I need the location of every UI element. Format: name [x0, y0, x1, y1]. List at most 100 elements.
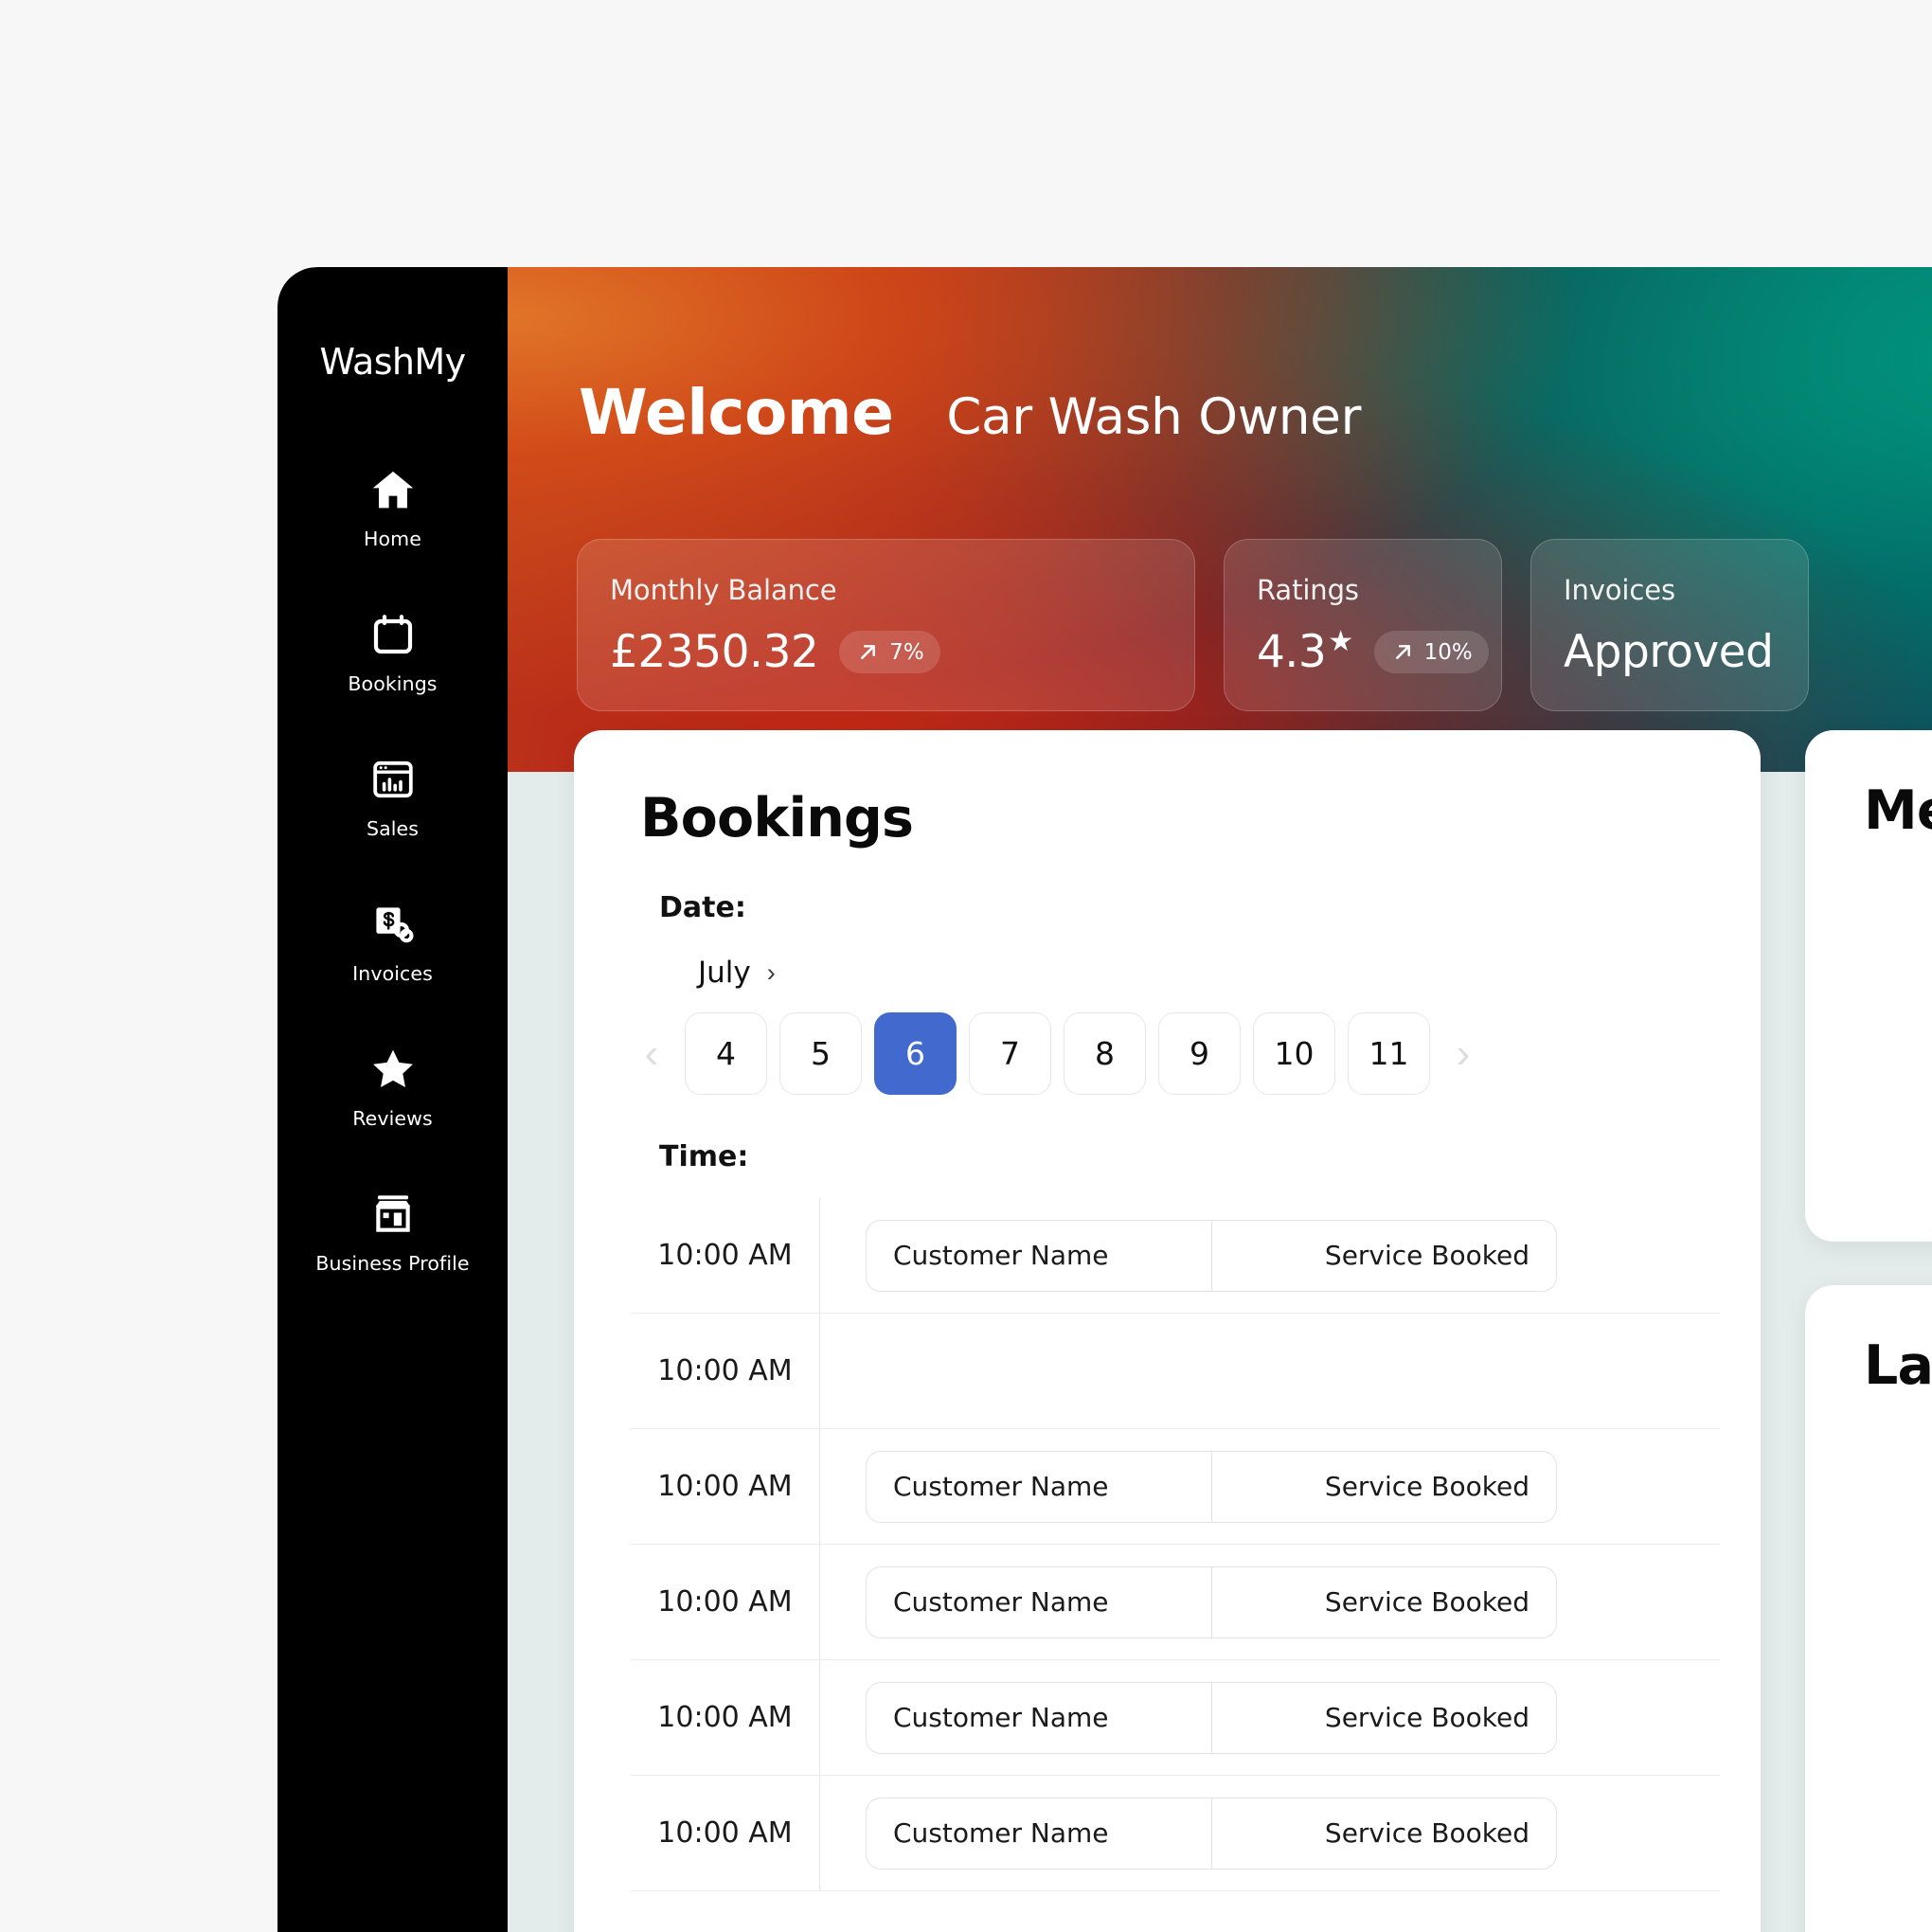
day-chip[interactable]: 4 [685, 1012, 767, 1095]
day-chip-selected[interactable]: 6 [874, 1012, 957, 1095]
app-logo: WashMy [319, 341, 467, 383]
row-body: Customer Name Service Booked [820, 1660, 1720, 1775]
booking-chip[interactable]: Customer Name Service Booked [866, 1681, 1557, 1754]
row-time: 10:00 AM [631, 1314, 820, 1428]
day-chip[interactable]: 10 [1253, 1012, 1335, 1095]
stat-card-monthly-balance[interactable]: Monthly Balance £2350.32 7% [577, 539, 1195, 711]
arrow-up-right-icon [861, 645, 876, 659]
rating-star-icon: ★ [1328, 625, 1353, 658]
trend-badge: 7% [839, 631, 940, 673]
date-label: Date: [659, 891, 746, 924]
sidebar-item-bookings[interactable]: Bookings [277, 609, 508, 695]
customer-name-cell: Customer Name [893, 1240, 1109, 1271]
stat-value-row: £2350.32 7% [610, 626, 1162, 678]
table-row[interactable]: 10:00 AM Customer Name Service Booked [631, 1198, 1720, 1314]
day-strip: ‹ 4 5 6 7 8 9 10 11 › [631, 1012, 1761, 1095]
day-chip[interactable]: 5 [779, 1012, 862, 1095]
service-booked-cell: Service Booked [1211, 1566, 1556, 1637]
service-booked-cell: Service Booked [1211, 1682, 1556, 1753]
next-day-arrow-icon[interactable]: › [1442, 1026, 1484, 1082]
row-body: Customer Name Service Booked [820, 1545, 1720, 1659]
customer-name-cell: Customer Name [893, 1817, 1109, 1849]
latest-reviews-panel-title: Latest Reviews [1864, 1334, 1932, 1397]
stat-label: Ratings [1257, 574, 1359, 606]
table-row[interactable]: 10:00 AM Customer Name Service Booked [631, 1660, 1720, 1776]
sidebar-item-label: Reviews [352, 1107, 433, 1130]
sidebar-item-sales[interactable]: Sales [277, 754, 508, 840]
prev-day-arrow-icon[interactable]: ‹ [631, 1026, 672, 1082]
booking-chip[interactable]: Customer Name Service Booked [866, 1565, 1557, 1638]
sidebar-item-business-profile[interactable]: Business Profile [277, 1189, 508, 1275]
customer-name-cell: Customer Name [893, 1702, 1109, 1733]
bookings-title: Bookings [640, 787, 914, 850]
booking-chip[interactable]: Customer Name Service Booked [866, 1797, 1557, 1869]
sidebar-item-reviews[interactable]: Reviews [277, 1044, 508, 1130]
row-body: Customer Name Service Booked [820, 1429, 1720, 1544]
customer-name-cell: Customer Name [893, 1586, 1109, 1618]
sidebar-item-label: Business Profile [315, 1252, 470, 1275]
bookings-panel: Bookings Date: July › ‹ 4 5 6 7 8 9 10 1… [574, 730, 1761, 1932]
row-body: Customer Name Service Booked [820, 1198, 1720, 1313]
table-row[interactable]: 10:00 AM Customer Name Service Booked [631, 1429, 1720, 1545]
sidebar-item-label: Bookings [348, 672, 438, 695]
stat-label: Monthly Balance [610, 574, 837, 606]
sidebar-item-invoices[interactable]: Invoices [277, 899, 508, 985]
stat-value: Approved [1564, 626, 1774, 678]
main-content: Welcome Car Wash Owner Monthly Balance £… [508, 267, 1932, 1932]
messages-panel-title: Messages [1864, 779, 1932, 842]
sidebar-item-label: Home [364, 528, 421, 550]
service-booked-cell: Service Booked [1211, 1798, 1556, 1869]
welcome-header: Welcome Car Wash Owner [579, 376, 1361, 449]
month-selector[interactable]: July › [698, 956, 1761, 990]
stat-value-number: 4.3 [1257, 626, 1327, 678]
storefront-icon [367, 1189, 419, 1240]
stat-value: 4.3 ★ [1257, 626, 1353, 678]
booking-chip[interactable]: Customer Name Service Booked [866, 1450, 1557, 1523]
row-time: 10:00 AM [631, 1660, 820, 1775]
stat-card-ratings[interactable]: Ratings 4.3 ★ 10% [1224, 539, 1502, 711]
sidebar: WashMy Home Bookings Sales Invoices Revi… [277, 267, 508, 1932]
booking-chip[interactable]: Customer Name Service Booked [866, 1219, 1557, 1292]
row-time: 10:00 AM [631, 1429, 820, 1544]
sidebar-item-label: Sales [366, 817, 420, 840]
row-body: Customer Name Service Booked [820, 1776, 1720, 1890]
service-booked-cell: Service Booked [1211, 1451, 1556, 1522]
latest-reviews-panel: Latest Reviews [1805, 1285, 1932, 1932]
trend-value: 10% [1423, 639, 1473, 665]
row-body-empty [820, 1314, 1720, 1428]
home-icon [367, 464, 419, 515]
day-chip[interactable]: 8 [1064, 1012, 1146, 1095]
table-row[interactable]: 10:00 AM Customer Name Service Booked [631, 1776, 1720, 1891]
chevron-right-icon[interactable]: › [767, 959, 776, 986]
day-chip[interactable]: 11 [1348, 1012, 1430, 1095]
customer-name-cell: Customer Name [893, 1471, 1109, 1502]
service-booked-cell: Service Booked [1211, 1220, 1556, 1291]
time-label: Time: [659, 1140, 749, 1173]
user-role-label: Car Wash Owner [946, 388, 1362, 446]
invoice-dollar-icon [367, 899, 419, 950]
row-time: 10:00 AM [631, 1545, 820, 1659]
month-name: July [698, 956, 751, 990]
trend-badge: 10% [1373, 631, 1489, 673]
table-row[interactable]: 10:00 AM Customer Name Service Booked [631, 1545, 1720, 1660]
star-icon [367, 1044, 419, 1095]
table-row[interactable]: 10:00 AM [631, 1314, 1720, 1429]
day-chip[interactable]: 7 [969, 1012, 1051, 1095]
row-time: 10:00 AM [631, 1776, 820, 1890]
arrow-up-right-icon [1395, 645, 1410, 659]
stat-card-row: Monthly Balance £2350.32 7% Ratings 4.3 ★ [577, 539, 1809, 711]
stat-value-row: Approved [1564, 626, 1776, 678]
stat-value: £2350.32 [610, 626, 819, 678]
sidebar-item-home[interactable]: Home [277, 464, 508, 550]
stat-label: Invoices [1564, 574, 1675, 606]
stat-value-row: 4.3 ★ 10% [1257, 626, 1489, 678]
stat-card-invoices[interactable]: Invoices Approved [1530, 539, 1809, 711]
sales-chart-window-icon [367, 754, 419, 805]
page-title: Welcome [579, 376, 894, 449]
sidebar-item-label: Invoices [352, 962, 433, 985]
booking-rows: 10:00 AM Customer Name Service Booked 10… [631, 1198, 1720, 1891]
app-window: WashMy Home Bookings Sales Invoices Revi… [277, 267, 1932, 1932]
row-time: 10:00 AM [631, 1198, 820, 1313]
messages-panel: Messages [1805, 730, 1932, 1242]
day-chip[interactable]: 9 [1158, 1012, 1241, 1095]
